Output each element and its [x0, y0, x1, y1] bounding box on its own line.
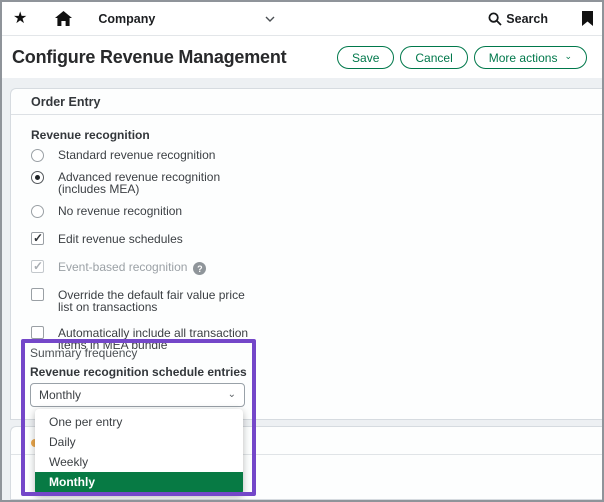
radio-button[interactable]: [31, 149, 44, 162]
top-nav-bar: ★ Company Search: [2, 2, 602, 36]
checkbox: [31, 260, 44, 273]
chevron-down-icon: ⌄: [564, 51, 572, 62]
checkbox-label: Event-based recognition: [58, 260, 187, 275]
chevron-down-icon[interactable]: [265, 16, 275, 22]
bookmark-icon[interactable]: [582, 11, 593, 26]
cancel-button[interactable]: Cancel: [400, 46, 467, 69]
app-window: ★ Company Search Configure Revenue Mana: [0, 0, 604, 502]
radio-label: Standard revenue recognition: [58, 148, 215, 163]
help-icon[interactable]: ?: [193, 262, 206, 275]
summary-frequency-label: Summary frequency: [30, 346, 137, 360]
order-entry-section-title: Order Entry: [11, 89, 602, 115]
save-button[interactable]: Save: [337, 46, 394, 69]
dropdown-option-weekly[interactable]: Weekly: [35, 452, 243, 472]
checkbox[interactable]: [31, 232, 44, 245]
checkbox-event-based-recognition: Event-based recognition ?: [31, 260, 602, 275]
select-value: Monthly: [39, 388, 81, 402]
chevron-down-icon: ⌄: [228, 389, 236, 400]
search-label[interactable]: Search: [506, 12, 548, 26]
company-menu[interactable]: Company: [98, 12, 155, 26]
schedule-entries-label: Revenue recognition schedule entries: [30, 365, 247, 379]
cancel-button-label: Cancel: [415, 51, 452, 65]
home-icon[interactable]: [55, 11, 72, 26]
checkbox-label-line2: items in MEA bundle: [58, 338, 602, 353]
more-actions-button[interactable]: More actions ⌄: [474, 46, 587, 69]
page-header: Configure Revenue Management Save Cancel…: [2, 37, 602, 78]
save-button-label: Save: [352, 51, 379, 65]
checkbox-label-line2: list on transactions: [58, 300, 602, 315]
dropdown-option-daily[interactable]: Daily: [35, 432, 243, 452]
checkbox[interactable]: [31, 326, 44, 339]
radio-button[interactable]: [31, 171, 44, 184]
schedule-entries-dropdown: One per entry Daily Weekly Monthly: [35, 409, 243, 495]
revenue-recognition-label: Revenue recognition: [31, 128, 602, 142]
checkbox-edit-revenue-schedules[interactable]: Edit revenue schedules: [31, 232, 602, 247]
page-title: Configure Revenue Management: [12, 47, 286, 68]
radio-standard-revenue-recognition[interactable]: Standard revenue recognition: [31, 148, 602, 163]
favorites-star-icon[interactable]: ★: [13, 11, 27, 27]
checkbox-label: Edit revenue schedules: [58, 232, 183, 247]
schedule-entries-select[interactable]: Monthly ⌄: [30, 383, 245, 407]
checkbox[interactable]: [31, 288, 44, 301]
dropdown-option-one-per-entry[interactable]: One per entry: [35, 412, 243, 432]
dropdown-option-monthly[interactable]: Monthly: [35, 472, 243, 492]
radio-no-revenue-recognition[interactable]: No revenue recognition: [31, 204, 602, 219]
radio-label: No revenue recognition: [58, 204, 182, 219]
more-actions-label: More actions: [489, 51, 558, 65]
search-icon[interactable]: [488, 12, 502, 26]
radio-button[interactable]: [31, 205, 44, 218]
